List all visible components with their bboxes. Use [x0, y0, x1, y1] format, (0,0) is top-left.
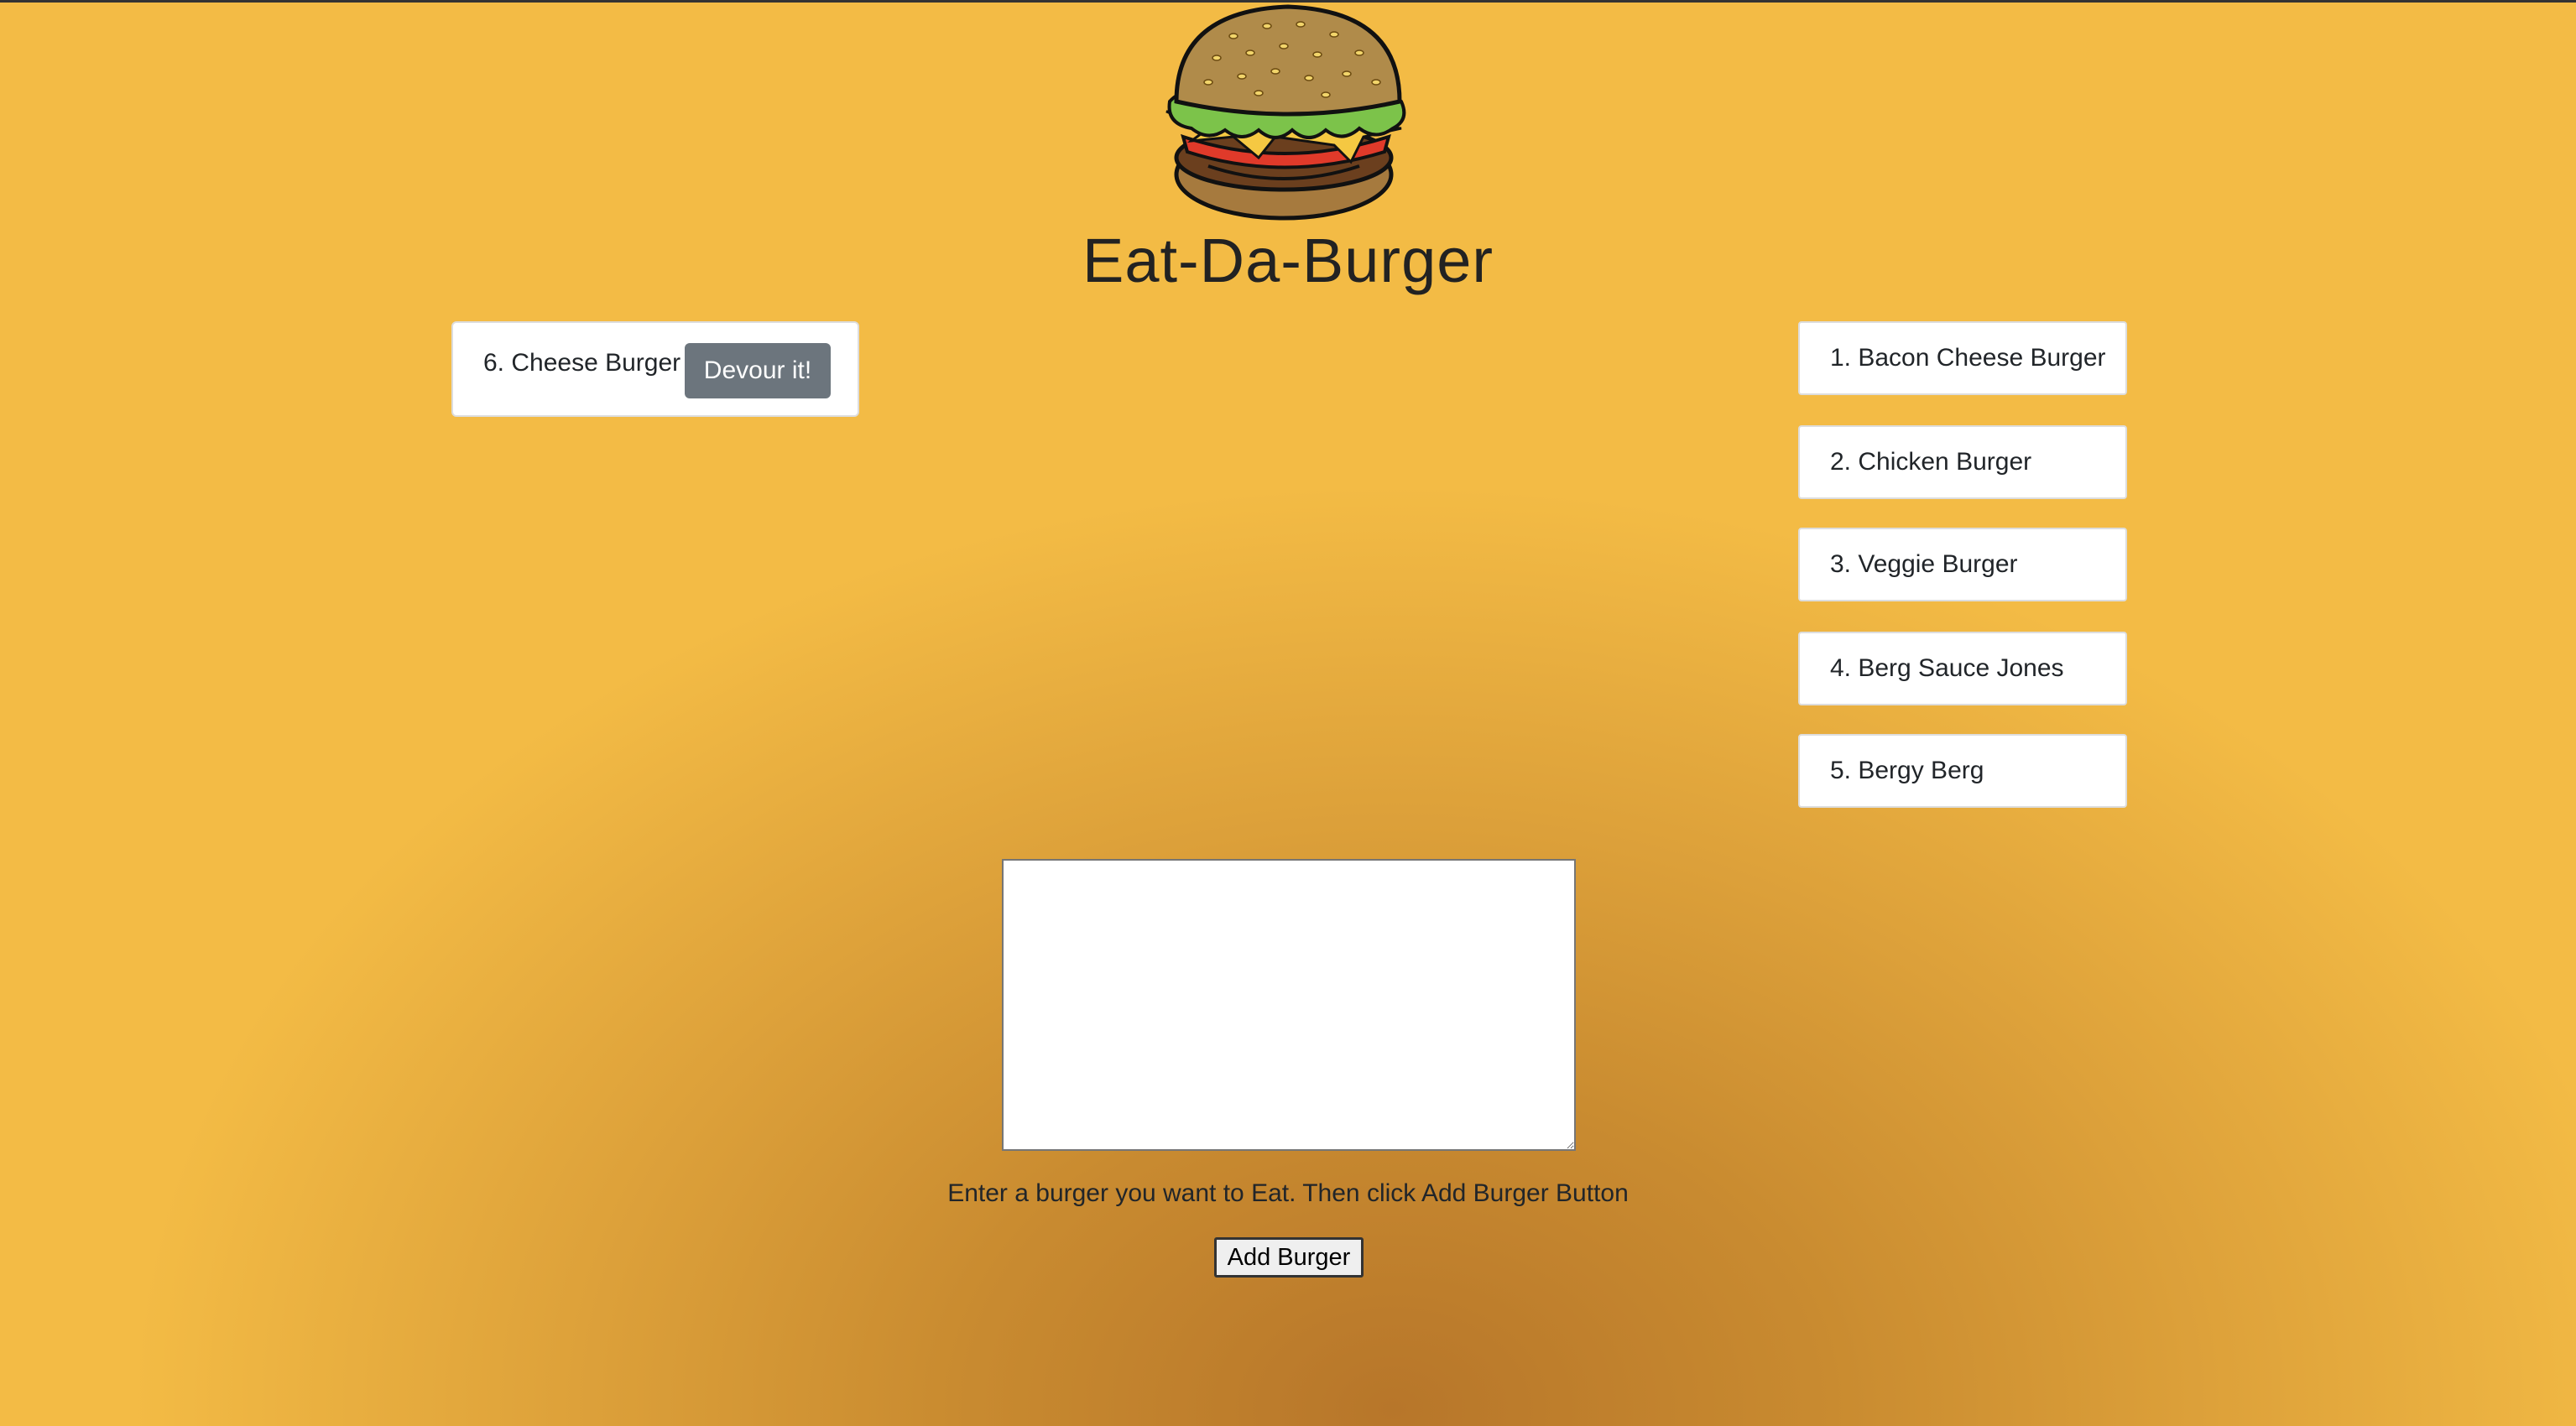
page-title: Eat-Da-Burger	[1082, 226, 1494, 295]
uneaten-burger-label: 6. Cheese Burger	[483, 349, 681, 377]
eaten-burger-item: 1. Bacon Cheese Burger	[1798, 321, 2127, 395]
devour-button[interactable]: Devour it!	[685, 343, 831, 398]
eaten-burger-item: 3. Veggie Burger	[1798, 528, 2127, 601]
uneaten-burger-card: 6. Cheese Burger Devour it!	[451, 321, 859, 417]
burger-logo-icon	[1165, 4, 1406, 221]
eaten-burger-item: 2. Chicken Burger	[1798, 425, 2127, 499]
eaten-burger-item: 5. Bergy Berg	[1798, 734, 2127, 808]
add-burger-button[interactable]: Add Burger	[1214, 1237, 1364, 1278]
eaten-burger-item: 4. Berg Sauce Jones	[1798, 632, 2127, 705]
burger-name-input[interactable]	[1002, 859, 1576, 1151]
form-instructions: Enter a burger you want to Eat. Then cli…	[947, 1179, 1629, 1207]
